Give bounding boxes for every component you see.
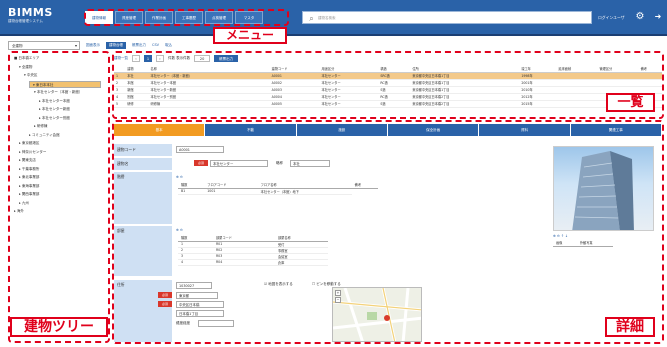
toolbar-link-drawing[interactable]: 図面表示 bbox=[86, 43, 100, 48]
building-filter-select[interactable]: 全建物 ▾ bbox=[8, 40, 80, 50]
list-callout-frame bbox=[112, 51, 664, 119]
logout-icon[interactable]: ➜ bbox=[652, 10, 664, 24]
toolbar-link-csv[interactable]: CSV bbox=[152, 43, 159, 47]
toolbar: 全建物 ▾ 図面表示 建物台帳 帳票出力 CSV 取込 bbox=[8, 40, 172, 50]
logo-title: BIMMS bbox=[8, 6, 53, 19]
chevron-down-icon: ▾ bbox=[74, 42, 77, 48]
menu-callout-frame bbox=[84, 9, 289, 26]
search-placeholder: 建物名検索 bbox=[318, 16, 336, 20]
list-callout-label: 一覧 bbox=[606, 93, 655, 112]
tree-callout-frame bbox=[8, 51, 110, 343]
menu-callout-label: メニュー bbox=[213, 27, 287, 44]
toolbar-link-import[interactable]: 取込 bbox=[165, 43, 172, 48]
filter-value: 全建物 bbox=[12, 43, 23, 48]
tree-callout-label: 建物ツリー bbox=[10, 317, 108, 337]
search-icon: ⌕ bbox=[309, 14, 314, 23]
user-name[interactable]: ログインユーザ bbox=[598, 11, 625, 24]
building-search-input[interactable]: ⌕ 建物名検索 bbox=[302, 11, 592, 24]
detail-callout-frame bbox=[112, 120, 664, 344]
app-logo[interactable]: BIMMS 建物台帳管理システム bbox=[8, 7, 53, 24]
detail-callout-label: 詳細 bbox=[605, 317, 655, 337]
toolbar-link-report[interactable]: 帳票出力 bbox=[132, 43, 146, 48]
gear-icon[interactable]: ⚙ bbox=[633, 10, 647, 24]
logo-subtitle: 建物台帳管理システム bbox=[8, 19, 43, 23]
toolbar-link-ledger[interactable]: 建物台帳 bbox=[106, 41, 126, 49]
